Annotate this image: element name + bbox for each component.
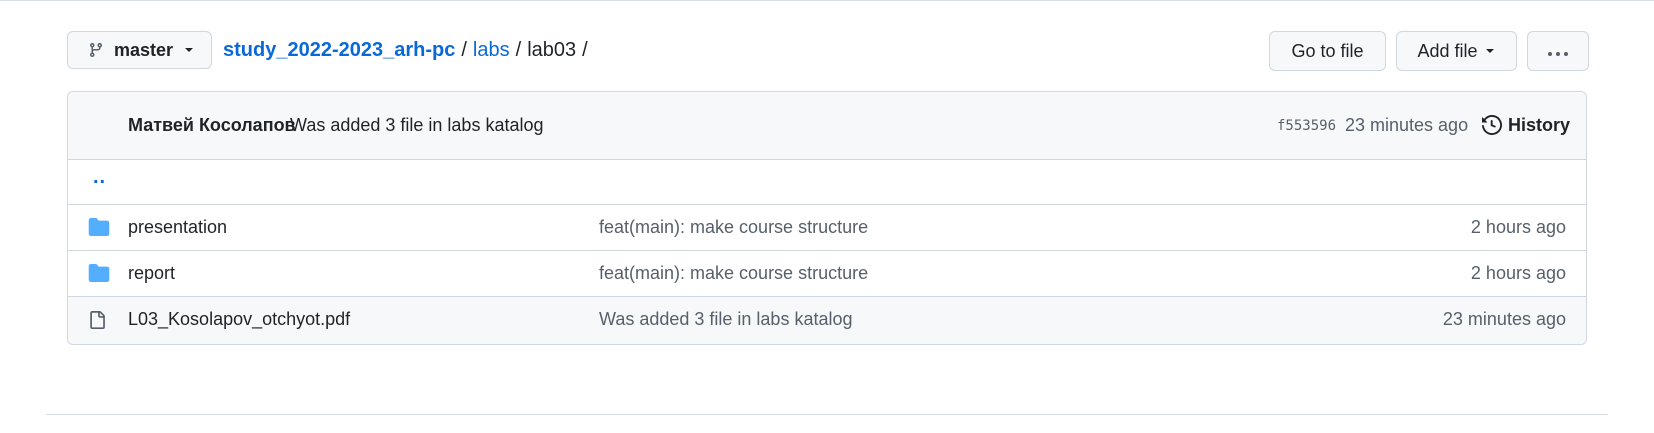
folder-icon [88,218,110,236]
caret-down-icon [1484,45,1496,57]
commit-message[interactable]: Was added 3 file in labs katalog [290,115,544,136]
file-name-link[interactable]: L03_Kosolapov_otchyot.pdf [128,309,350,330]
file-navigation: master study_2022-2023_arh-pc / labs / l… [67,31,1589,71]
branch-select-button[interactable]: master [67,31,212,69]
caret-down-icon [183,44,195,56]
breadcrumb-separator: / [461,38,467,61]
file-commit-message[interactable]: Was added 3 file in labs katalog [599,309,853,330]
go-to-file-label: Go to file [1291,40,1364,61]
history-link[interactable]: History [1482,112,1570,138]
latest-commit-bar: Матвей Косолапов Was added 3 file in lab… [68,92,1586,160]
git-branch-icon [88,42,104,58]
breadcrumb-separator: / [515,38,522,61]
kebab-horizontal-icon [1547,41,1569,62]
file-icon [88,310,106,330]
file-list: Матвей Косолапов Was added 3 file in lab… [67,91,1587,345]
top-divider [0,0,1654,1]
go-to-file-button[interactable]: Go to file [1269,31,1386,71]
file-name-link[interactable]: report [128,263,175,284]
breadcrumb-folder-link[interactable]: labs [473,39,510,62]
file-age: 2 hours ago [1470,217,1566,237]
commit-sha-link[interactable]: f553596 [1277,118,1336,134]
breadcrumb-current: lab03 [527,38,577,61]
commit-author[interactable]: Матвей Косолапов [128,115,296,136]
add-file-button[interactable]: Add file [1396,31,1517,71]
history-label: History [1508,114,1571,135]
file-commit-message[interactable]: feat(main): make course structure [599,217,868,238]
parent-directory-link[interactable]: .. [93,166,106,189]
folder-icon [88,264,110,282]
file-commit-message[interactable]: feat(main): make course structure [599,263,868,284]
commit-time: 23 minutes ago [1345,115,1469,135]
file-name-link[interactable]: presentation [128,217,227,238]
breadcrumb-separator: / [582,38,588,61]
file-age: 23 minutes ago [1442,309,1566,329]
table-row[interactable]: report feat(main): make course structure… [68,250,1586,296]
add-file-label: Add file [1417,40,1478,61]
table-row[interactable]: presentation feat(main): make course str… [68,204,1586,250]
history-icon [1482,115,1502,135]
branch-name: master [114,39,174,60]
table-row[interactable]: L03_Kosolapov_otchyot.pdf Was added 3 fi… [68,296,1586,344]
breadcrumb: study_2022-2023_arh-pc / labs / lab03 / [223,31,594,69]
breadcrumb-repo-link[interactable]: study_2022-2023_arh-pc [223,39,455,62]
parent-directory-row[interactable]: .. [68,160,1586,204]
bottom-divider [46,414,1608,415]
more-options-button[interactable] [1527,31,1589,71]
file-age: 2 hours ago [1470,263,1566,283]
